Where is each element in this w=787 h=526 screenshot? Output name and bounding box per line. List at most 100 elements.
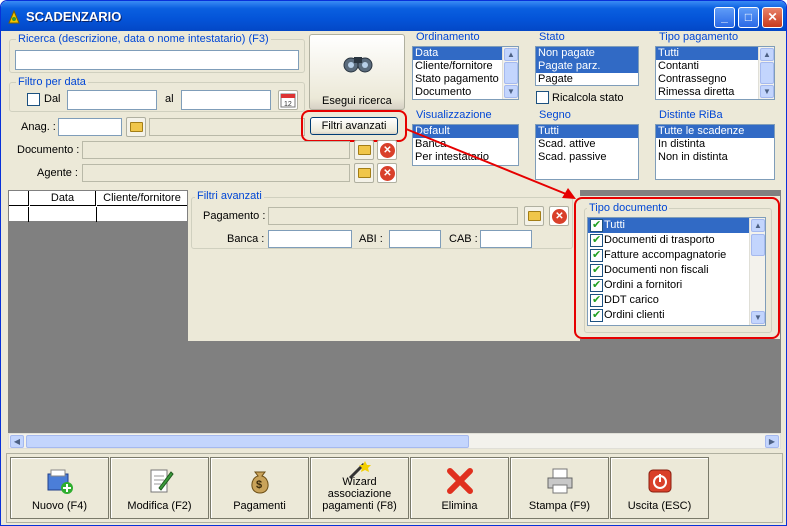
clear-icon: ✕ xyxy=(380,143,395,158)
pagamento-clear-button[interactable]: ✕ xyxy=(549,206,569,226)
search-input[interactable] xyxy=(15,50,299,70)
delete-x-icon xyxy=(446,468,473,494)
search-button[interactable]: Esegui ricerca xyxy=(309,34,405,110)
list-item[interactable]: Contanti xyxy=(656,60,774,73)
scroll-up-icon[interactable]: ▲ xyxy=(760,48,774,61)
clear-icon: ✕ xyxy=(380,166,395,181)
advanced-filters-title: Filtri avanzati xyxy=(195,190,264,202)
list-item[interactable]: Tutti xyxy=(656,47,774,60)
clear-icon: ✕ xyxy=(552,209,567,224)
pagamento-field xyxy=(268,207,518,225)
wizard-button[interactable]: Wizard associazione pagamenti (F8) xyxy=(310,457,409,519)
delete-button-label: Elimina xyxy=(441,500,478,512)
abi-label: ABI : xyxy=(359,233,383,245)
calendar-button[interactable]: 12 xyxy=(278,90,298,110)
delete-button[interactable]: Elimina xyxy=(410,457,509,519)
print-button-label: Stampa (F9) xyxy=(528,500,591,512)
new-button-label: Nuovo (F4) xyxy=(31,500,88,512)
payments-button[interactable]: $ Pagamenti xyxy=(210,457,309,519)
list-item[interactable]: Pagate parz. xyxy=(536,60,638,73)
agente-browse-button[interactable] xyxy=(354,163,374,183)
new-button[interactable]: Nuovo (F4) xyxy=(10,457,109,519)
segno-label: Segno xyxy=(537,109,573,121)
agente-field xyxy=(82,164,350,182)
cab-field[interactable] xyxy=(480,230,532,248)
minimize-button[interactable]: _ xyxy=(714,7,735,28)
banca-field[interactable] xyxy=(268,230,352,248)
date-to-label: al xyxy=(165,93,174,105)
ordinamento-label: Ordinamento xyxy=(414,31,482,43)
title-bar[interactable]: SCADENZARIO _ □ ✕ xyxy=(1,1,786,31)
grid-row-selector[interactable] xyxy=(9,207,29,222)
date-filter-checkbox[interactable] xyxy=(27,93,40,106)
scroll-thumb[interactable] xyxy=(504,62,518,84)
ordinamento-list[interactable]: Data Cliente/fornitore Stato pagamento D… xyxy=(412,46,519,100)
recalc-checkbox[interactable] xyxy=(536,91,549,104)
distinte-label: Distinte RiBa xyxy=(657,109,725,121)
exit-button-label: Uscita (ESC) xyxy=(627,500,692,512)
abi-field[interactable] xyxy=(389,230,441,248)
grid-horizontal-scrollbar[interactable]: ◀ ▶ xyxy=(8,433,781,449)
visualizzazione-label: Visualizzazione xyxy=(414,109,494,121)
stato-list[interactable]: Non pagate Pagate parz. Pagate xyxy=(535,46,639,86)
grid-corner xyxy=(9,191,29,206)
list-item[interactable]: Non in distinta xyxy=(656,151,774,164)
close-button[interactable]: ✕ xyxy=(762,7,783,28)
scroll-thumb[interactable] xyxy=(26,435,469,448)
anag-code-field[interactable] xyxy=(58,118,122,136)
distinte-list[interactable]: Tutte le scadenze In distinta Non in dis… xyxy=(655,124,775,180)
scroll-up-icon[interactable]: ▲ xyxy=(504,48,518,61)
scroll-left-icon[interactable]: ◀ xyxy=(10,435,24,448)
money-bag-icon: $ xyxy=(250,471,269,494)
documento-browse-button[interactable] xyxy=(354,140,374,160)
list-item[interactable]: Rimessa diretta xyxy=(656,86,774,99)
scroll-down-icon[interactable]: ▼ xyxy=(760,85,774,98)
print-button[interactable]: Stampa (F9) xyxy=(510,457,609,519)
tipo-pagamento-label: Tipo pagamento xyxy=(657,31,741,43)
pagamento-label: Pagamento : xyxy=(203,210,266,222)
tipo-pagamento-list[interactable]: Tutti Contanti Contrassegno Rimessa dire… xyxy=(655,46,775,100)
minimize-icon: _ xyxy=(721,10,728,24)
maximize-icon: □ xyxy=(744,10,753,24)
banca-label: Banca : xyxy=(227,233,265,245)
svg-text:$: $ xyxy=(256,479,262,491)
grid-header: Data Cliente/fornitore xyxy=(8,190,188,222)
date-filter-label: Filtro per data xyxy=(16,76,88,88)
new-folder-icon xyxy=(47,469,73,494)
list-item[interactable]: In distinta xyxy=(656,138,774,151)
scroll-right-icon[interactable]: ▶ xyxy=(765,435,779,448)
pagamento-browse-button[interactable] xyxy=(524,206,544,226)
date-from-label: Dal xyxy=(44,93,61,105)
list-item[interactable]: Contrassegno xyxy=(656,73,774,86)
documento-clear-button[interactable]: ✕ xyxy=(377,140,397,160)
edit-button-label: Modifica (F2) xyxy=(127,500,192,512)
date-from-field[interactable] xyxy=(67,90,157,110)
wizard-button-label: Wizard associazione pagamenti (F8) xyxy=(311,476,408,512)
date-to-field[interactable] xyxy=(181,90,271,110)
edit-icon xyxy=(150,469,174,493)
agente-label: Agente : xyxy=(37,167,78,179)
maximize-button[interactable]: □ xyxy=(738,7,759,28)
tipo-pagamento-scrollbar[interactable]: ▲ ▼ xyxy=(758,47,774,99)
grid-column-header[interactable]: Data xyxy=(30,191,96,206)
power-icon xyxy=(648,469,671,493)
scroll-down-icon[interactable]: ▼ xyxy=(504,85,518,98)
list-item[interactable]: Tutte le scadenze xyxy=(656,125,774,138)
exit-button[interactable]: Uscita (ESC) xyxy=(610,457,709,519)
grid-divider xyxy=(96,207,97,222)
anag-browse-button[interactable] xyxy=(126,117,146,137)
binoculars-icon xyxy=(343,57,373,73)
wizard-label-line: Wizard xyxy=(342,476,377,488)
scroll-thumb[interactable] xyxy=(760,62,774,84)
anag-name-field xyxy=(149,118,305,136)
list-item[interactable]: Pagate xyxy=(536,73,638,85)
ordinamento-scrollbar[interactable]: ▲ ▼ xyxy=(502,47,518,99)
payments-button-label: Pagamenti xyxy=(233,500,286,512)
wizard-label-line: associazione xyxy=(327,488,392,500)
list-item[interactable]: Non pagate xyxy=(536,47,638,60)
edit-button[interactable]: Modifica (F2) xyxy=(110,457,209,519)
recalc-label: Ricalcola stato xyxy=(552,92,624,104)
agente-clear-button[interactable]: ✕ xyxy=(377,163,397,183)
folder-icon xyxy=(358,145,371,155)
grid-column-header[interactable]: Cliente/fornitore xyxy=(97,191,187,206)
